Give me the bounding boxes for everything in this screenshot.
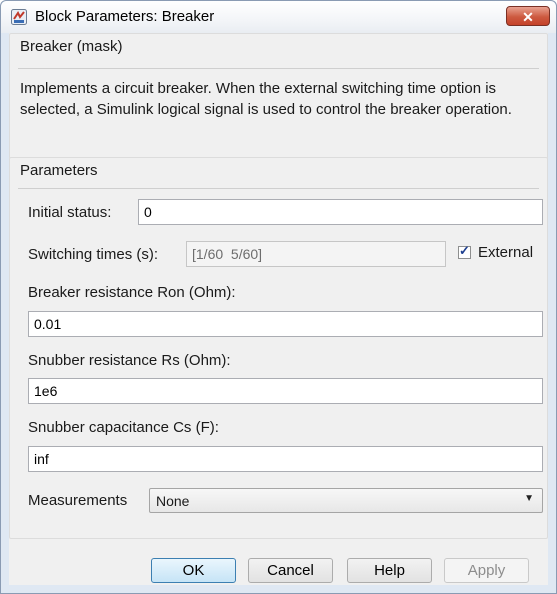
snubber-resistance-input[interactable] <box>28 378 543 404</box>
parameters-group: Parameters Initial status: Switching tim… <box>9 157 548 539</box>
mask-group-title: Breaker (mask) <box>20 38 123 55</box>
measurements-select[interactable]: None ▼ <box>149 488 543 513</box>
initial-status-input[interactable] <box>138 199 543 225</box>
chevron-down-icon: ▼ <box>524 493 534 504</box>
close-icon: ✕ <box>522 9 534 25</box>
apply-button[interactable]: Apply <box>444 558 529 583</box>
ok-button[interactable]: OK <box>151 558 236 583</box>
simulink-block-icon <box>11 9 27 25</box>
breaker-resistance-label: Breaker resistance Ron (Ohm): <box>28 284 236 301</box>
external-checkbox[interactable]: ✓ <box>458 243 471 259</box>
mask-description: Implements a circuit breaker. When the e… <box>20 80 512 118</box>
snubber-resistance-label: Snubber resistance Rs (Ohm): <box>28 352 231 369</box>
title-bar[interactable]: Block Parameters: Breaker ✕ <box>1 1 556 33</box>
snubber-capacitance-label: Snubber capacitance Cs (F): <box>28 419 219 436</box>
switching-times-input[interactable] <box>186 241 446 267</box>
breaker-resistance-input[interactable] <box>28 311 543 337</box>
mask-group: Breaker (mask) Implements a circuit brea… <box>9 33 548 159</box>
measurements-value: None <box>156 493 190 509</box>
dialog-body: Breaker (mask) Implements a circuit brea… <box>9 33 548 585</box>
parameters-group-divider <box>18 188 539 189</box>
close-button[interactable]: ✕ <box>506 6 550 26</box>
measurements-label: Measurements <box>28 492 128 509</box>
cancel-button[interactable]: Cancel <box>248 558 333 583</box>
switching-times-label: Switching times (s): <box>28 246 159 263</box>
window-title: Block Parameters: Breaker <box>35 8 215 25</box>
initial-status-label: Initial status: <box>28 204 112 221</box>
help-button[interactable]: Help <box>347 558 432 583</box>
dialog-window: Block Parameters: Breaker ✕ Breaker (mas… <box>0 0 557 594</box>
checkmark-icon: ✓ <box>459 243 470 258</box>
parameters-group-title: Parameters <box>20 162 98 179</box>
external-label[interactable]: External <box>478 244 533 261</box>
mask-group-divider <box>18 68 539 69</box>
snubber-capacitance-input[interactable] <box>28 446 543 472</box>
